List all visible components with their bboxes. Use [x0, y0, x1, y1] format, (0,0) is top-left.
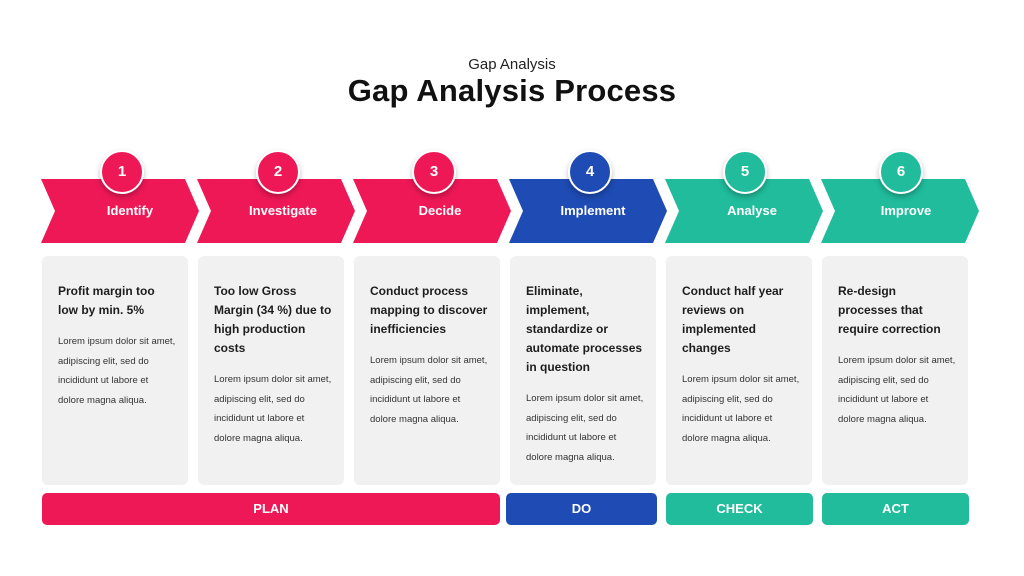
- step-number-badge: 4: [568, 150, 612, 194]
- step-number-badge: 1: [100, 150, 144, 194]
- step-card: Conduct process mapping to discover inef…: [354, 256, 500, 485]
- phase-bar-do: DO: [506, 493, 657, 525]
- card-heading: Too low Gross Margin (34 %) due to high …: [214, 284, 332, 355]
- slide-title: Gap Analysis Process: [347, 73, 677, 108]
- phase-bar-act: ACT: [822, 493, 969, 525]
- card-heading: Conduct half year reviews on implemented…: [682, 284, 784, 355]
- step-label: Implement: [560, 203, 626, 218]
- card-body: Lorem ipsum dolor sit amet, adipiscing e…: [58, 336, 176, 406]
- card-heading: Eliminate, implement, standardize or aut…: [526, 284, 643, 374]
- step-number-badge: 6: [879, 150, 923, 194]
- card-body: Lorem ipsum dolor sit amet, adipiscing e…: [682, 374, 800, 444]
- phase-bar-plan: PLAN: [42, 493, 500, 525]
- step-card: Conduct half year reviews on implemented…: [666, 256, 812, 485]
- step-card: Profit margin too low by min. 5% Lorem i…: [42, 256, 188, 485]
- step-label: Decide: [418, 203, 462, 218]
- step-card: Re-design processes that require correct…: [822, 256, 968, 485]
- step-label: Investigate: [249, 203, 317, 218]
- step-label: Analyse: [727, 203, 777, 218]
- step-number-badge: 3: [412, 150, 456, 194]
- card-body: Lorem ipsum dolor sit amet, adipiscing e…: [526, 393, 644, 463]
- step-number-badge: 2: [256, 150, 300, 194]
- slide-subtitle: Gap Analysis: [468, 56, 556, 73]
- card-body: Lorem ipsum dolor sit amet, adipiscing e…: [838, 355, 956, 425]
- card-body: Lorem ipsum dolor sit amet, adipiscing e…: [214, 374, 332, 444]
- phase-bar-check: CHECK: [666, 493, 813, 525]
- card-heading: Profit margin too low by min. 5%: [58, 284, 155, 317]
- card-heading: Re-design processes that require correct…: [838, 284, 941, 336]
- step-label: Identify: [106, 203, 154, 218]
- card-body: Lorem ipsum dolor sit amet, adipiscing e…: [370, 355, 488, 425]
- step-label: Improve: [880, 203, 932, 218]
- step-card: Too low Gross Margin (34 %) due to high …: [198, 256, 344, 485]
- step-card: Eliminate, implement, standardize or aut…: [510, 256, 656, 485]
- card-heading: Conduct process mapping to discover inef…: [370, 284, 488, 336]
- step-number-badge: 5: [723, 150, 767, 194]
